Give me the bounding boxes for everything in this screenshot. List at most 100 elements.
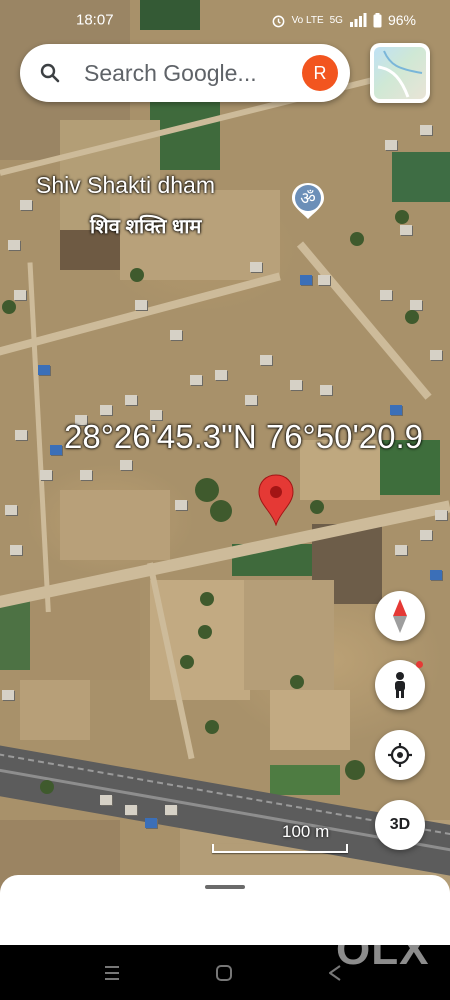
tree (180, 655, 194, 669)
building (430, 350, 442, 360)
tree (310, 500, 324, 514)
network-type: 5G (329, 14, 343, 26)
building (145, 818, 157, 828)
street-view-button[interactable] (375, 660, 425, 710)
building (435, 510, 447, 520)
drag-handle[interactable] (205, 885, 245, 889)
place-name-hindi[interactable]: शिव शक्ति धाम (90, 212, 201, 239)
building (15, 430, 27, 440)
tree (198, 625, 212, 639)
tree (200, 592, 214, 606)
layers-thumbnail-road (377, 50, 423, 98)
building (245, 395, 257, 405)
search-icon[interactable] (40, 63, 60, 83)
tree (2, 300, 16, 314)
location-pin-icon[interactable] (257, 474, 295, 526)
battery-icon (373, 12, 382, 27)
building (390, 405, 402, 415)
layers-button[interactable] (370, 43, 430, 103)
recent-apps-icon[interactable] (101, 962, 123, 984)
building (170, 330, 182, 340)
building (215, 370, 227, 380)
my-location-button[interactable] (375, 730, 425, 780)
building (250, 262, 262, 272)
road (0, 272, 281, 358)
building (100, 405, 112, 415)
compass-icon (393, 599, 407, 633)
field (0, 600, 30, 670)
signal-icon (349, 13, 367, 27)
building (14, 290, 26, 300)
network-badge: Vo LTE (291, 14, 324, 26)
pegman-icon (395, 672, 405, 698)
search-input[interactable] (84, 54, 294, 92)
map-thumbnail (374, 47, 426, 99)
field (270, 765, 340, 795)
tree (205, 720, 219, 734)
status-icons: Vo LTE 5G 96% (271, 12, 416, 28)
scale-label: 100 m (282, 822, 330, 841)
building (100, 795, 112, 805)
tree (130, 268, 144, 282)
building (430, 570, 442, 580)
satellite-map[interactable] (0, 0, 450, 945)
tree (350, 232, 364, 246)
building (40, 470, 52, 480)
building (120, 460, 132, 470)
building (10, 545, 22, 555)
tree (195, 478, 219, 502)
tree (210, 500, 232, 522)
field (244, 580, 334, 690)
om-icon[interactable]: ॐ (290, 181, 326, 221)
coordinates-label: 28°26'45.3"N 76°50'20.9 (64, 418, 423, 455)
battery-level: 96% (387, 12, 416, 28)
notification-dot (416, 661, 423, 668)
building (260, 355, 272, 365)
tree (40, 780, 54, 794)
scale-bar (212, 844, 348, 853)
olx-watermark: OLX (336, 925, 430, 974)
building (385, 140, 397, 150)
place-name[interactable]: Shiv Shakti dham (36, 172, 215, 199)
building (290, 380, 302, 390)
building (420, 530, 432, 540)
road (27, 262, 51, 613)
alarm-icon (272, 15, 284, 27)
building (190, 375, 202, 385)
building (320, 385, 332, 395)
tree (405, 310, 419, 324)
building (410, 300, 422, 310)
building (395, 545, 407, 555)
building (80, 470, 92, 480)
building (300, 275, 312, 285)
building (420, 125, 432, 135)
building (318, 275, 330, 285)
building (38, 365, 50, 375)
field (270, 690, 350, 750)
tree (290, 675, 304, 689)
building (8, 240, 20, 250)
building (50, 445, 62, 455)
building (380, 290, 392, 300)
building (165, 805, 177, 815)
building (135, 300, 147, 310)
account-avatar[interactable]: R (302, 55, 338, 91)
tree (395, 210, 409, 224)
search-bar[interactable]: R (20, 44, 350, 102)
3d-button[interactable]: 3D (375, 800, 425, 850)
field (392, 152, 450, 202)
field (20, 680, 90, 740)
home-icon[interactable] (213, 962, 235, 984)
building (125, 805, 137, 815)
building (400, 225, 412, 235)
building (175, 500, 187, 510)
compass-button[interactable] (375, 591, 425, 641)
svg-text:ॐ: ॐ (300, 189, 316, 209)
status-time: 18:07 (76, 11, 114, 29)
status-bar: 18:07 Vo LTE 5G 96% (0, 0, 450, 30)
building (20, 200, 32, 210)
my-location-icon (388, 743, 412, 767)
building (125, 395, 137, 405)
building (5, 505, 17, 515)
field (60, 490, 170, 560)
